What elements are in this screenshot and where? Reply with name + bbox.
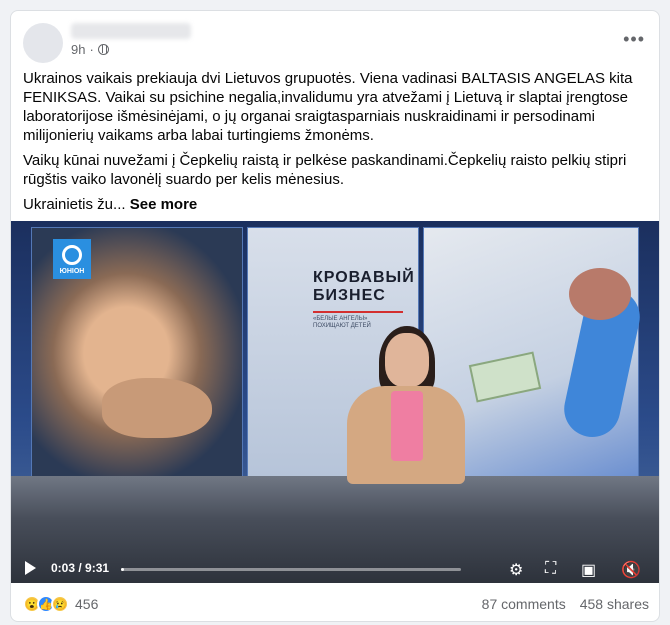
globe-icon[interactable] — [97, 44, 109, 55]
tv-headline-line-2: БИЗНЕС — [313, 287, 386, 304]
progress-fill — [121, 568, 125, 571]
author-avatar[interactable] — [23, 23, 63, 63]
see-more-link[interactable]: See more — [130, 196, 198, 213]
reaction-count[interactable]: 456 — [75, 596, 98, 612]
post-footer: 😮 👍 😢 456 87 comments 458 shares — [23, 593, 649, 615]
post-paragraph-3: Ukrainietis žu... See more — [23, 195, 649, 214]
headline-divider — [313, 311, 403, 313]
fullscreen-icon[interactable]: ⛶ — [545, 560, 556, 578]
post-paragraph-2: Vaikų kūnai nuvežami į Čepkelių raistą i… — [23, 152, 627, 188]
tv-headline: КРОВАВЫЙ БИЗНЕС — [313, 269, 415, 305]
shares-count[interactable]: 458 shares — [580, 596, 649, 612]
channel-logo-mark — [62, 245, 82, 265]
sad-icon[interactable]: 😢 — [51, 595, 69, 613]
organ-image — [569, 268, 631, 320]
post-meta: 9h · — [71, 42, 109, 57]
meta-separator: · — [89, 42, 94, 57]
video-player[interactable]: ЮНІОН КРОВАВЫЙ БИЗНЕС «БЕЛЫЕ АНГЕЛЫ» ПОХ… — [11, 221, 659, 583]
settings-icon[interactable]: ⚙ — [509, 560, 523, 580]
anchor-shirt — [391, 391, 423, 461]
video-controls: 0:03 / 9:31 ⚙ ⛶ ▣ 🔇 — [11, 554, 659, 583]
channel-logo: ЮНІОН — [53, 239, 91, 279]
tv-subtitle: «БЕЛЫЕ АНГЕЛЫ» ПОХИЩАЮТ ДЕТЕЙ — [313, 316, 371, 330]
author-name-redacted[interactable] — [71, 23, 191, 39]
anchor-face — [385, 333, 429, 387]
truncated-text: Ukrainietis žu... — [23, 196, 126, 213]
play-icon[interactable] — [25, 561, 36, 575]
video-time: 0:03 / 9:31 — [51, 561, 110, 575]
comments-count[interactable]: 87 comments — [482, 596, 566, 612]
mute-icon[interactable]: 🔇 — [621, 560, 641, 580]
post-body: Ukrainos vaikais prekiauja dvi Lietuvos … — [23, 69, 649, 220]
progress-bar[interactable] — [121, 568, 461, 571]
tv-subtitle-line-1: «БЕЛЫЕ АНГЕЛЫ» — [313, 316, 368, 322]
pip-icon[interactable]: ▣ — [581, 560, 596, 580]
post-time[interactable]: 9h — [71, 42, 85, 57]
ellipsis-icon[interactable]: ••• — [623, 29, 645, 50]
post-card: 9h · ••• Ukrainos vaikais prekiauja dvi … — [10, 10, 660, 622]
post-paragraph-1: Ukrainos vaikais prekiauja dvi Lietuvos … — [23, 70, 633, 144]
cash-image — [468, 351, 542, 403]
tv-headline-line-1: КРОВАВЫЙ — [313, 269, 415, 286]
engagement-stats: 87 comments 458 shares — [482, 596, 649, 612]
channel-logo-text: ЮНІОН — [59, 268, 85, 275]
hand-image — [102, 378, 212, 438]
tv-subtitle-line-2: ПОХИЩАЮТ ДЕТЕЙ — [313, 323, 371, 329]
